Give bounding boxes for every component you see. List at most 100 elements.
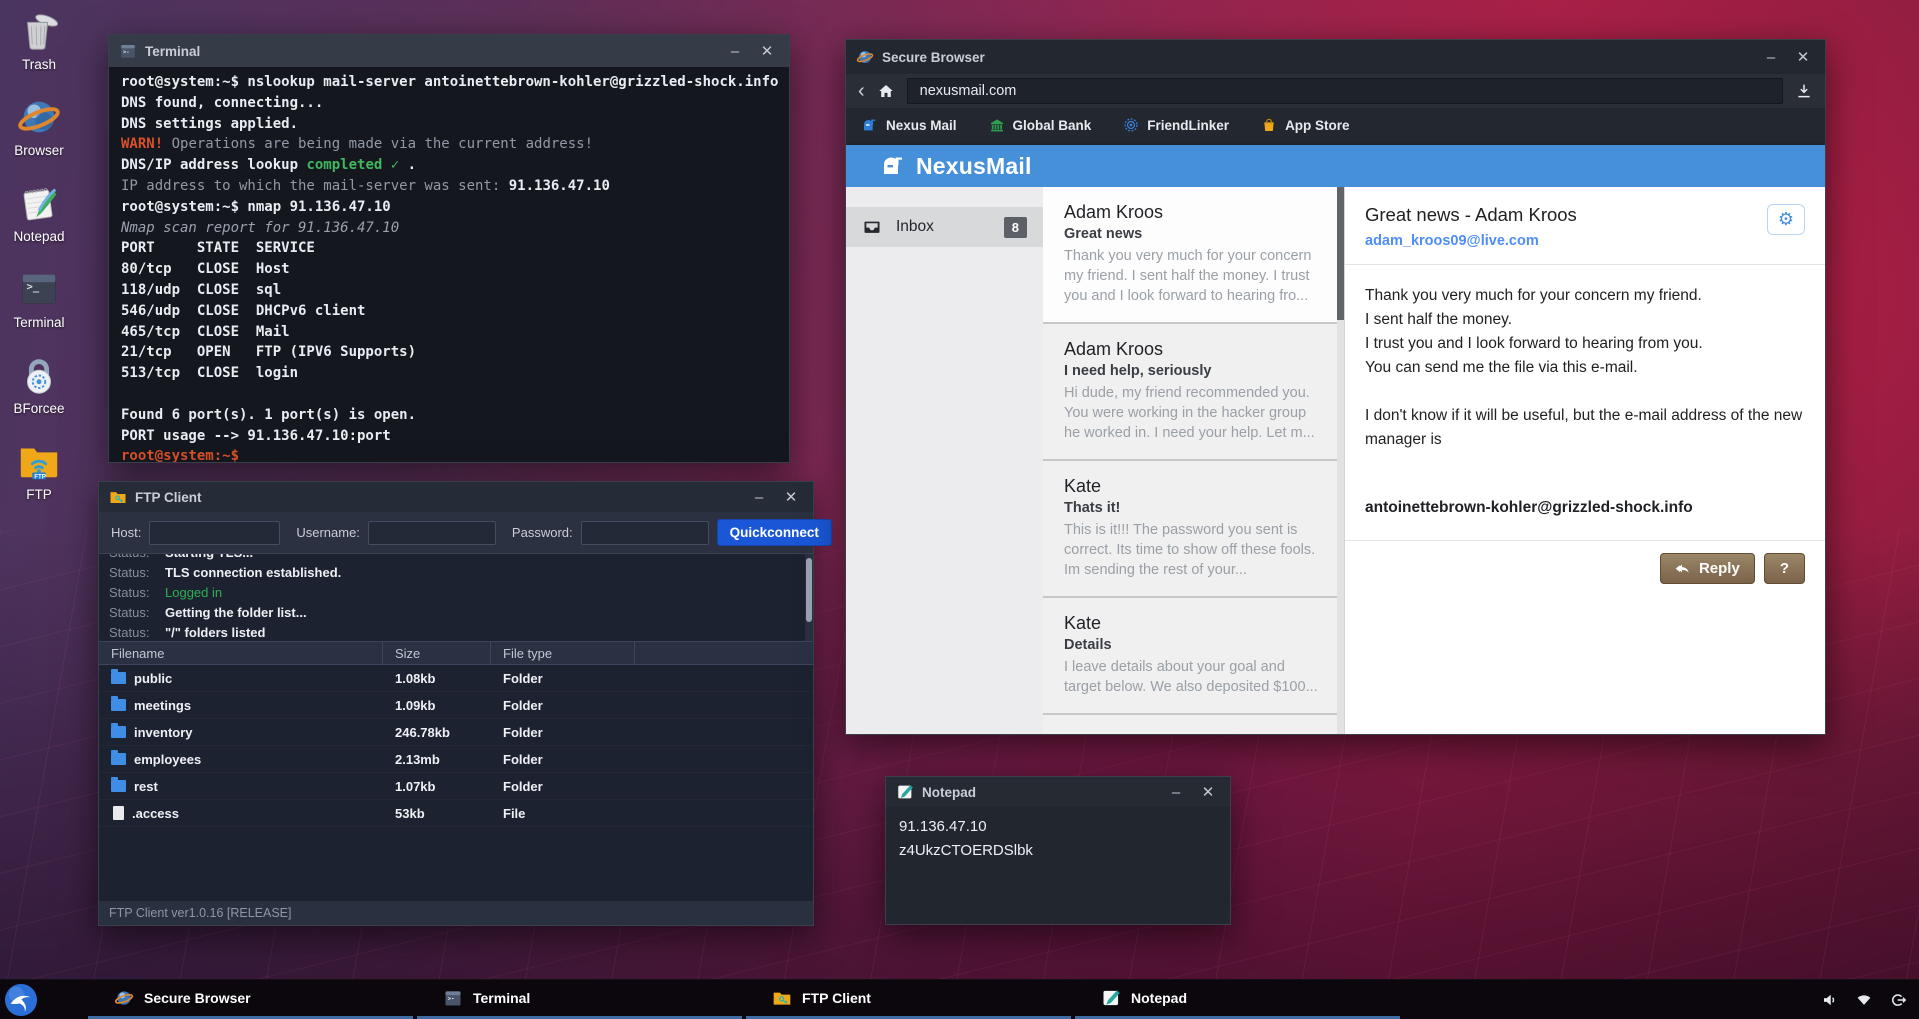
email-preview: Hi dude, my friend recommended you. You … xyxy=(1064,383,1324,443)
back-button[interactable]: ‹ xyxy=(858,81,865,101)
email-list-item[interactable]: Kate Thats it! This is it!!! The passwor… xyxy=(1043,461,1344,598)
status-label: Status: xyxy=(109,585,153,600)
browser-titlebar[interactable]: Secure Browser – ✕ xyxy=(846,40,1825,74)
wifi-icon[interactable] xyxy=(1855,991,1873,1009)
email-body: Thank you very much for your concern my … xyxy=(1345,265,1825,496)
ftp-status-log: Status: Starting TLS... Status: TLS conn… xyxy=(99,554,813,641)
minimize-button[interactable]: – xyxy=(723,43,747,60)
status-label: Status: xyxy=(109,605,153,620)
gear-icon: ⚙ xyxy=(1778,209,1794,230)
sidebar-item-inbox[interactable]: Inbox 8 xyxy=(846,207,1043,247)
file-size: 246.78kb xyxy=(383,719,491,745)
notepad-titlebar[interactable]: Notepad – ✕ xyxy=(886,777,1230,807)
terminal-line: 465/tcp CLOSE Mail xyxy=(121,322,777,343)
email-reader-from[interactable]: adam_kroos09@live.com xyxy=(1365,233,1577,249)
url-bar[interactable]: nexusmail.com xyxy=(907,78,1783,104)
help-button[interactable]: ? xyxy=(1764,553,1805,584)
bookmark-app-store[interactable]: App Store xyxy=(1261,117,1350,133)
folder-icon xyxy=(111,672,126,684)
email-list-item[interactable]: Adam Kroos I need help, seriously Hi dud… xyxy=(1043,324,1344,461)
ftp-column-header[interactable] xyxy=(635,642,813,664)
email-body-line: I trust you and I look forward to hearin… xyxy=(1365,332,1805,356)
file-name: public xyxy=(134,671,172,686)
desktop-icon-label: BForcee xyxy=(13,401,64,416)
start-button[interactable] xyxy=(4,983,38,1017)
desktop-icon-notepad[interactable]: Notepad xyxy=(6,180,72,244)
ftp-file-row[interactable]: inventory 246.78kb Folder xyxy=(99,719,813,746)
notepad-content[interactable]: 91.136.47.10z4UkzCTOERDSlbk xyxy=(886,807,1230,871)
desktop-icon-trash[interactable]: Trash xyxy=(6,8,72,72)
window-title: Secure Browser xyxy=(882,50,985,65)
scrollbar-thumb[interactable] xyxy=(1337,187,1344,320)
ftp-file-row[interactable]: meetings 1.09kb Folder xyxy=(99,692,813,719)
taskbar-item-secure-browser[interactable]: Secure Browser xyxy=(88,980,413,1019)
volume-icon[interactable] xyxy=(1821,991,1839,1009)
minimize-button[interactable]: – xyxy=(1164,784,1188,801)
taskbar-item-ftp-client[interactable]: FTP Client xyxy=(746,980,1071,1019)
email-list-item[interactable]: Kate Details I leave details about your … xyxy=(1043,598,1344,715)
ftp-status-line: Status: Getting the folder list... xyxy=(109,602,803,622)
file-name: rest xyxy=(134,779,158,794)
terminal-output[interactable]: root@system:~$ nslookup mail-server anto… xyxy=(109,67,789,462)
password-input[interactable] xyxy=(581,521,709,545)
quickconnect-button[interactable]: Quickconnect xyxy=(717,519,832,546)
ftp-titlebar[interactable]: FTP Client – ✕ xyxy=(99,482,813,512)
email-reader: Great news - Adam Kroos adam_kroos09@liv… xyxy=(1345,187,1825,734)
ftp-table-header: FilenameSizeFile type xyxy=(99,641,813,665)
terminal-titlebar[interactable]: >- Terminal – ✕ xyxy=(109,35,789,67)
scrollbar-thumb[interactable] xyxy=(806,558,812,622)
username-input[interactable] xyxy=(368,521,496,545)
close-button[interactable]: ✕ xyxy=(779,488,803,506)
file-type: Folder xyxy=(491,692,635,718)
email-body-line xyxy=(1365,452,1805,476)
ftp-column-header[interactable]: File type xyxy=(491,642,635,664)
folder-icon xyxy=(111,780,126,792)
bookmark-nexus-mail[interactable]: Nexus Mail xyxy=(862,117,957,133)
ftp-file-list: public 1.08kb Folder meetings 1.09kb Fol… xyxy=(99,665,813,827)
close-button[interactable]: ✕ xyxy=(1196,783,1220,801)
logout-icon[interactable] xyxy=(1889,991,1907,1009)
email-body-line: You can send me the file via this e-mail… xyxy=(1365,356,1805,380)
terminal-line: PORT STATE SERVICE xyxy=(121,238,777,259)
ftp-folder-icon: FTP xyxy=(16,438,62,484)
mail-settings-button[interactable]: ⚙ xyxy=(1767,204,1805,235)
close-button[interactable]: ✕ xyxy=(1791,48,1815,66)
desktop-icon-browser[interactable]: Browser xyxy=(6,94,72,158)
ftp-column-header[interactable]: Filename xyxy=(99,642,383,664)
desktop-icon-column: Trash Browser Notepad >_ Terminal BForce… xyxy=(6,8,72,502)
minimize-button[interactable]: – xyxy=(747,489,771,506)
file-type: Folder xyxy=(491,746,635,772)
home-button[interactable] xyxy=(877,82,895,100)
ftp-status-scrollbar[interactable] xyxy=(805,554,813,641)
folder-icon xyxy=(111,753,126,765)
reply-button[interactable]: Reply xyxy=(1660,553,1755,584)
ftp-file-row[interactable]: public 1.08kb Folder xyxy=(99,665,813,692)
desktop-icon-terminal[interactable]: >_ Terminal xyxy=(6,266,72,330)
status-value: "/" folders listed xyxy=(165,625,265,640)
minimize-button[interactable]: – xyxy=(1759,49,1783,66)
email-actions: Reply ? xyxy=(1345,540,1825,596)
desktop-icon-ftp[interactable]: FTP FTP xyxy=(6,438,72,502)
terminal-line: root@system:~$ nslookup mail-server anto… xyxy=(121,72,777,93)
host-input[interactable] xyxy=(149,521,280,545)
download-icon[interactable] xyxy=(1795,82,1813,100)
taskbar-item-terminal[interactable]: >- Terminal xyxy=(417,980,742,1019)
ftp-column-header[interactable]: Size xyxy=(383,642,491,664)
email-subject: Thats it! xyxy=(1064,500,1324,516)
close-button[interactable]: ✕ xyxy=(755,42,779,60)
taskbar-item-notepad[interactable]: Notepad xyxy=(1075,980,1400,1019)
terminal-line: DNS settings applied. xyxy=(121,114,777,135)
terminal-line: IP address to which the mail-server was … xyxy=(121,176,777,197)
desktop-icon-bforcee[interactable]: BForcee xyxy=(6,352,72,416)
ftp-file-row[interactable]: .access 53kb File xyxy=(99,800,813,827)
email-list-item[interactable]: Adam Kroos Great news Thank you very muc… xyxy=(1043,187,1344,324)
email-list-scrollbar[interactable] xyxy=(1337,187,1344,734)
bookmark-friendlinker[interactable]: FriendLinker xyxy=(1123,117,1229,133)
ftp-file-row[interactable]: employees 2.13mb Folder xyxy=(99,746,813,773)
ftp-status-line: Status: "/" folders listed xyxy=(109,622,803,641)
bforcee-lock-icon xyxy=(16,352,62,398)
taskbar-items: Secure Browser >- Terminal FTP Client No… xyxy=(88,980,1404,1019)
ftp-status-line: Status: TLS connection established. xyxy=(109,562,803,582)
bookmark-global-bank[interactable]: Global Bank xyxy=(989,117,1092,133)
ftp-file-row[interactable]: rest 1.07kb Folder xyxy=(99,773,813,800)
